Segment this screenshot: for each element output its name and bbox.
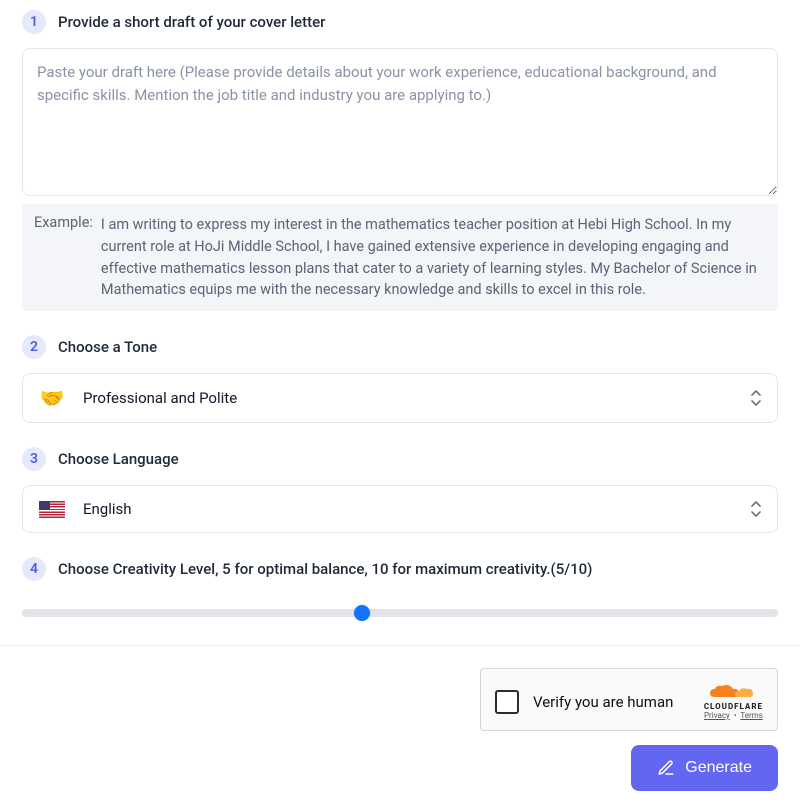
cloudflare-links: Privacy • Terms [704, 711, 763, 720]
language-select[interactable]: English [22, 485, 778, 533]
step-number-badge: 3 [22, 447, 46, 471]
step-title: Provide a short draft of your cover lett… [58, 13, 325, 31]
generate-button[interactable]: Generate [631, 745, 778, 791]
step-header: 3 Choose Language [22, 447, 778, 471]
creativity-slider[interactable] [22, 609, 778, 617]
step-header: 1 Provide a short draft of your cover le… [22, 10, 778, 34]
step-header: 4 Choose Creativity Level, 5 for optimal… [22, 557, 778, 581]
edit-icon [657, 759, 675, 777]
chevron-up-down-icon [749, 389, 763, 407]
cloudflare-name: CLOUDFLARE [704, 702, 763, 711]
draft-textarea[interactable] [22, 48, 778, 196]
slider-track-fill [22, 609, 362, 617]
step-number-badge: 1 [22, 10, 46, 34]
generate-label: Generate [685, 759, 752, 777]
privacy-link[interactable]: Privacy [704, 711, 730, 720]
step-title: Choose Creativity Level, 5 for optimal b… [58, 560, 592, 578]
captcha-label: Verify you are human [533, 693, 690, 711]
step-number-badge: 2 [22, 335, 46, 359]
step-header: 2 Choose a Tone [22, 335, 778, 359]
step-title: Choose a Tone [58, 338, 157, 356]
captcha-checkbox[interactable] [495, 690, 519, 714]
step-number-badge: 4 [22, 557, 46, 581]
step-title: Choose Language [58, 450, 179, 468]
slider-thumb[interactable] [354, 605, 370, 621]
step-draft: 1 Provide a short draft of your cover le… [22, 10, 778, 311]
terms-link[interactable]: Terms [740, 711, 762, 720]
step-language: 3 Choose Language English [22, 447, 778, 533]
language-value: English [83, 500, 132, 518]
example-label: Example: [34, 214, 93, 301]
us-flag-icon [39, 501, 65, 518]
example-box: Example: I am writing to express my inte… [22, 204, 778, 311]
example-text: I am writing to express my interest in t… [101, 214, 766, 301]
step-tone: 2 Choose a Tone 🤝 Professional and Polit… [22, 335, 778, 423]
cloudflare-brand: CLOUDFLARE Privacy • Terms [704, 683, 763, 720]
cloudflare-logo-icon [705, 683, 761, 703]
chevron-up-down-icon [749, 500, 763, 518]
handshake-icon: 🤝 [39, 388, 65, 408]
step-creativity: 4 Choose Creativity Level, 5 for optimal… [22, 557, 778, 617]
tone-value: Professional and Polite [83, 389, 237, 407]
cloudflare-turnstile[interactable]: Verify you are human CLOUDFLARE Privacy … [480, 668, 778, 731]
tone-select[interactable]: 🤝 Professional and Polite [22, 373, 778, 423]
footer: Verify you are human CLOUDFLARE Privacy … [0, 646, 800, 791]
